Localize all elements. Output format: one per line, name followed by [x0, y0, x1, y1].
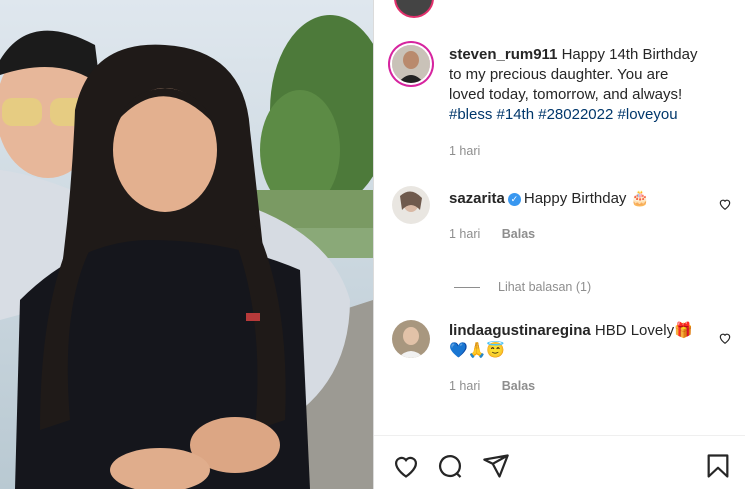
caption-text-block: steven_rum911 Happy 14th Birthday to my …: [449, 45, 708, 125]
post-details-panel: steven_rum911 Happy 14th Birthday to my …: [373, 0, 745, 489]
share-icon[interactable]: [482, 452, 510, 480]
comment-text-block: lindaagustinaregina HBD Lovely🎁 💙🙏😇: [449, 321, 708, 361]
post-actions-bar: [392, 452, 732, 482]
cake-emoji: 🎂: [630, 190, 650, 207]
post-photo-illustration: [0, 0, 373, 489]
caption-author-avatar-image: [392, 45, 430, 83]
gift-emoji: 🎁: [674, 322, 693, 339]
hashtag[interactable]: #28022022: [538, 106, 613, 123]
post-caption: steven_rum911 Happy 14th Birthday to my …: [392, 45, 732, 165]
caption-time: 1 hari: [449, 144, 481, 158]
reply-link[interactable]: Balas: [502, 227, 535, 241]
view-replies-line: [454, 287, 480, 289]
verified-badge-icon: ✓: [507, 193, 521, 206]
like-comment-heart-icon[interactable]: [718, 331, 732, 345]
hashtag[interactable]: #bless: [449, 106, 492, 123]
comment-avatar-image: [392, 186, 430, 224]
view-replies-button[interactable]: Lihat balasan (1): [454, 280, 591, 294]
emoji-line: 💙🙏😇: [449, 342, 506, 359]
post-author-avatar-top[interactable]: [394, 0, 434, 18]
comment-avatar-image: [392, 320, 430, 358]
comment-username[interactable]: lindaagustinaregina: [449, 322, 591, 339]
view-replies-label: Lihat balasan (1): [498, 280, 592, 294]
comment-avatar[interactable]: [392, 320, 430, 358]
caption-meta: 1 hari: [449, 144, 498, 158]
comment-text-block: sazarita ✓ Happy Birthday 🎂: [449, 189, 708, 209]
caption-username[interactable]: steven_rum911: [449, 46, 557, 63]
bookmark-icon[interactable]: [704, 452, 732, 480]
hashtag[interactable]: #loveyou: [618, 106, 678, 123]
post-photo: [0, 0, 373, 489]
comment-text: Happy Birthday: [523, 190, 627, 207]
heart-icon[interactable]: [392, 452, 420, 480]
comment-meta: 1 hari Balas: [449, 379, 553, 393]
comment-avatar[interactable]: [392, 186, 430, 224]
like-comment-heart-icon[interactable]: [718, 197, 732, 211]
hashtag[interactable]: #14th: [497, 106, 535, 123]
comment-time: 1 hari: [449, 227, 481, 241]
comment-username[interactable]: sazarita: [449, 190, 505, 207]
caption-author-avatar[interactable]: [392, 45, 430, 83]
actions-divider: [374, 435, 745, 436]
comment-text: HBD Lovely: [594, 322, 675, 339]
comment-icon[interactable]: [436, 452, 464, 480]
reply-link[interactable]: Balas: [502, 379, 535, 393]
comment: sazarita ✓ Happy Birthday 🎂 1 hari Balas: [392, 186, 732, 246]
comment-meta: 1 hari Balas: [449, 227, 553, 241]
comment: lindaagustinaregina HBD Lovely🎁 💙🙏😇 1 ha…: [392, 320, 732, 400]
comment-time: 1 hari: [449, 379, 481, 393]
